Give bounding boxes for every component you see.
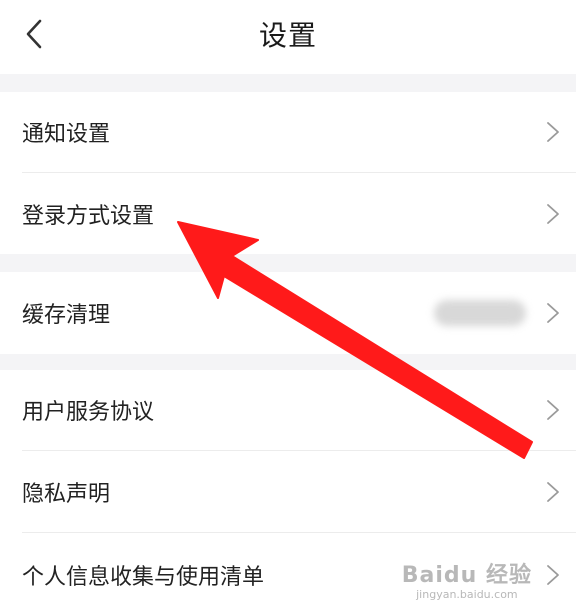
section-separator xyxy=(0,254,576,272)
watermark-domain: jingyan.baidu.com xyxy=(416,588,518,601)
chevron-right-icon xyxy=(547,203,559,224)
page-title: 设置 xyxy=(258,19,317,52)
navigation-bar: 设置 xyxy=(0,0,576,74)
chevron-right-icon xyxy=(547,565,559,585)
settings-item-privacy-statement[interactable]: 隐私声明 xyxy=(0,451,576,532)
settings-item-notifications[interactable]: 通知设置 xyxy=(0,92,576,172)
baidu-watermark: Baidu 经验 jingyan.baidu.com xyxy=(401,563,532,601)
chevron-right-icon xyxy=(547,122,559,142)
settings-item-login-method[interactable]: 登录方式设置 xyxy=(0,173,576,254)
settings-item-label: 用户服务协议 xyxy=(22,400,155,425)
settings-item-label: 缓存清理 xyxy=(22,303,111,328)
settings-item-label: 隐私声明 xyxy=(22,481,111,507)
settings-item-clear-cache[interactable]: 缓存清理 xyxy=(0,272,576,354)
chevron-right-icon xyxy=(547,481,559,502)
chevron-right-icon xyxy=(547,400,559,420)
section-separator xyxy=(0,354,576,370)
cache-size-value-blurred xyxy=(434,300,526,326)
settings-item-user-agreement[interactable]: 用户服务协议 xyxy=(0,370,576,450)
settings-item-label: 个人信息收集与使用清单 xyxy=(22,565,265,590)
settings-item-label: 登录方式设置 xyxy=(22,203,155,229)
settings-page: 设置 通知设置 登录方式设置 缓存清理 用户服务协议 隐私声明 个人信息收集与使… xyxy=(0,0,576,606)
section-separator xyxy=(0,74,576,92)
chevron-right-icon xyxy=(547,303,559,323)
watermark-brand: Baidu 经验 xyxy=(401,563,532,588)
settings-item-label: 通知设置 xyxy=(22,122,111,147)
